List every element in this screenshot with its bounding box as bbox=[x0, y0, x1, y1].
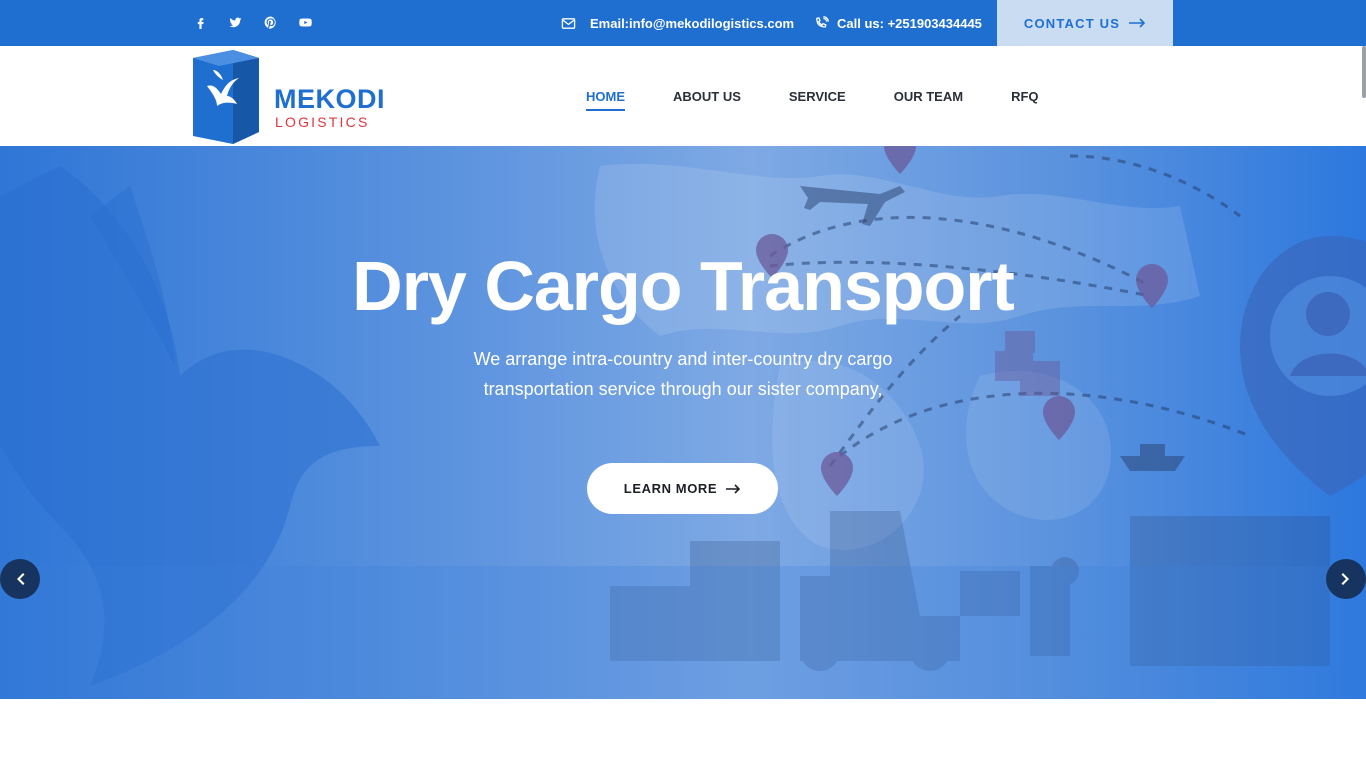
arrow-right-icon bbox=[726, 483, 741, 494]
youtube-icon[interactable] bbox=[295, 12, 316, 33]
hero-subtitle: We arrange intra-country and inter-count… bbox=[473, 349, 893, 399]
email-info[interactable]: Email:info@mekodilogistics.com bbox=[561, 0, 794, 46]
nav-our-team[interactable]: OUR TEAM bbox=[894, 89, 963, 111]
hero-background-illustration bbox=[0, 146, 1366, 699]
chevron-left-icon bbox=[17, 573, 25, 585]
hero-slider: Dry Cargo Transport We arrange intra-cou… bbox=[0, 146, 1366, 699]
nav-about-us[interactable]: ABOUT US bbox=[673, 89, 741, 111]
top-bar: Email:info@mekodilogistics.com Call us: … bbox=[0, 0, 1366, 46]
phone-text: Call us: +251903434445 bbox=[837, 15, 982, 31]
arrow-right-icon bbox=[1129, 18, 1146, 28]
facebook-icon[interactable] bbox=[190, 12, 211, 33]
nav-rfq[interactable]: RFQ bbox=[1011, 89, 1038, 111]
learn-more-button[interactable]: LEARN MORE bbox=[587, 463, 778, 514]
contact-us-label: CONTACT US bbox=[1023, 15, 1121, 31]
slider-next-button[interactable] bbox=[1326, 559, 1366, 599]
hero-title: Dry Cargo Transport bbox=[352, 247, 1015, 325]
chevron-right-icon bbox=[1341, 573, 1349, 585]
main-nav: HOME ABOUT US SERVICE OUR TEAM RFQ bbox=[586, 89, 1039, 111]
logo-subtitle: LOGISTICS bbox=[275, 114, 370, 130]
twitter-icon[interactable] bbox=[225, 12, 246, 33]
pinterest-icon[interactable] bbox=[260, 12, 281, 33]
learn-more-label: LEARN MORE bbox=[623, 481, 718, 496]
logo-box-icon bbox=[193, 50, 259, 144]
nav-service[interactable]: SERVICE bbox=[789, 89, 846, 111]
mail-icon bbox=[561, 17, 576, 29]
email-text: Email:info@mekodilogistics.com bbox=[590, 15, 795, 31]
contact-us-button[interactable]: CONTACT US bbox=[997, 0, 1173, 46]
logo-wordmark: MEKODI bbox=[274, 84, 385, 114]
header: MEKODI LOGISTICS HOME ABOUT US SERVICE O… bbox=[0, 46, 1366, 146]
phone-info[interactable]: Call us: +251903434445 bbox=[814, 0, 982, 46]
slider-prev-button[interactable] bbox=[0, 559, 40, 599]
logo[interactable]: MEKODI LOGISTICS bbox=[193, 50, 393, 144]
nav-home[interactable]: HOME bbox=[586, 89, 625, 111]
phone-icon bbox=[816, 15, 829, 28]
scrollbar-thumb[interactable] bbox=[1362, 46, 1366, 98]
social-links bbox=[190, 12, 316, 33]
